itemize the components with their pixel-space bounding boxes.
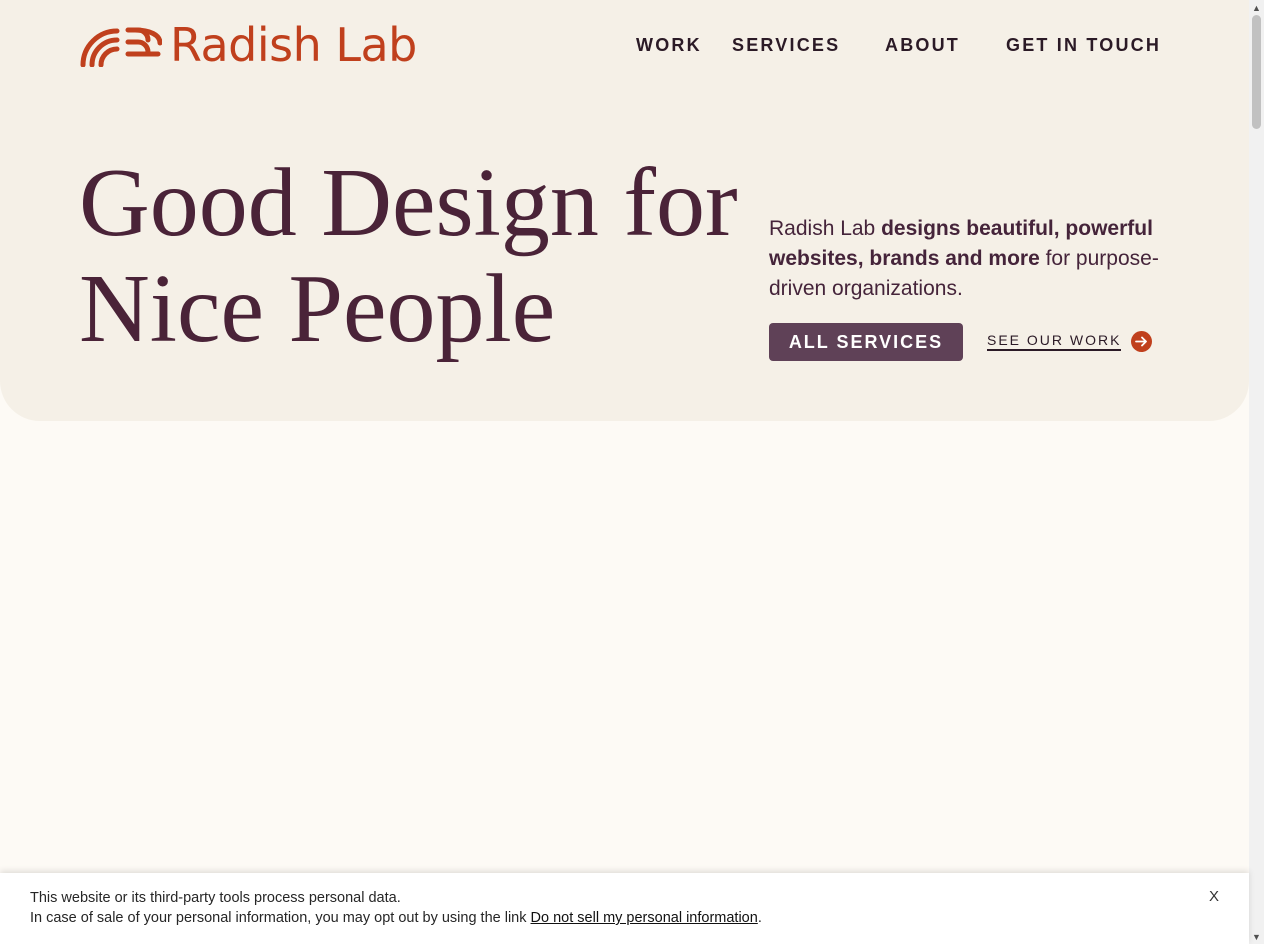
hero-headline: Good Design for Nice People [79, 150, 759, 362]
see-our-work-label: SEE OUR WORK [987, 332, 1122, 351]
all-services-button[interactable]: ALL SERVICES [769, 323, 963, 361]
headline-line-1: Good Design for [79, 149, 738, 257]
nav-get-in-touch[interactable]: GET IN TOUCH [1006, 35, 1161, 56]
nav-services[interactable]: SERVICES [732, 35, 840, 56]
cookie-close-button[interactable]: X [1209, 888, 1219, 905]
cookie-banner: This website or its third-party tools pr… [0, 873, 1249, 944]
site-logo[interactable]: Radish Lab [80, 22, 417, 68]
intro-text-plain: Radish Lab [769, 217, 882, 240]
hero-intro: Radish Lab designs beautiful, powerful w… [769, 214, 1169, 304]
scroll-up-arrow-icon[interactable]: ▲ [1249, 0, 1264, 15]
scroll-thumb[interactable] [1252, 15, 1261, 129]
cookie-line-1: This website or its third-party tools pr… [30, 890, 401, 906]
arrow-right-circle-icon [1131, 331, 1153, 352]
hero-section: Radish Lab WORK SERVICES ABOUT GET IN TO… [0, 0, 1249, 421]
scroll-down-arrow-icon[interactable]: ▼ [1249, 929, 1264, 944]
cookie-line-2-prefix: In case of sale of your personal informa… [30, 910, 531, 926]
cookie-line-2-suffix: . [757, 910, 762, 926]
do-not-sell-link[interactable]: Do not sell my personal information [531, 910, 758, 926]
headline-line-2: Nice People [79, 255, 556, 363]
see-our-work-link[interactable]: SEE OUR WORK [987, 331, 1153, 352]
page-scrollbar[interactable]: ▲ ▼ [1249, 0, 1264, 944]
nav-about[interactable]: ABOUT [885, 35, 960, 56]
cookie-message: This website or its third-party tools pr… [30, 888, 762, 928]
nav-work[interactable]: WORK [636, 35, 702, 56]
cookie-line-2: In case of sale of your personal informa… [30, 908, 762, 928]
brand-name: Radish Lab [170, 18, 417, 72]
radish-lab-logo-icon [80, 27, 162, 67]
